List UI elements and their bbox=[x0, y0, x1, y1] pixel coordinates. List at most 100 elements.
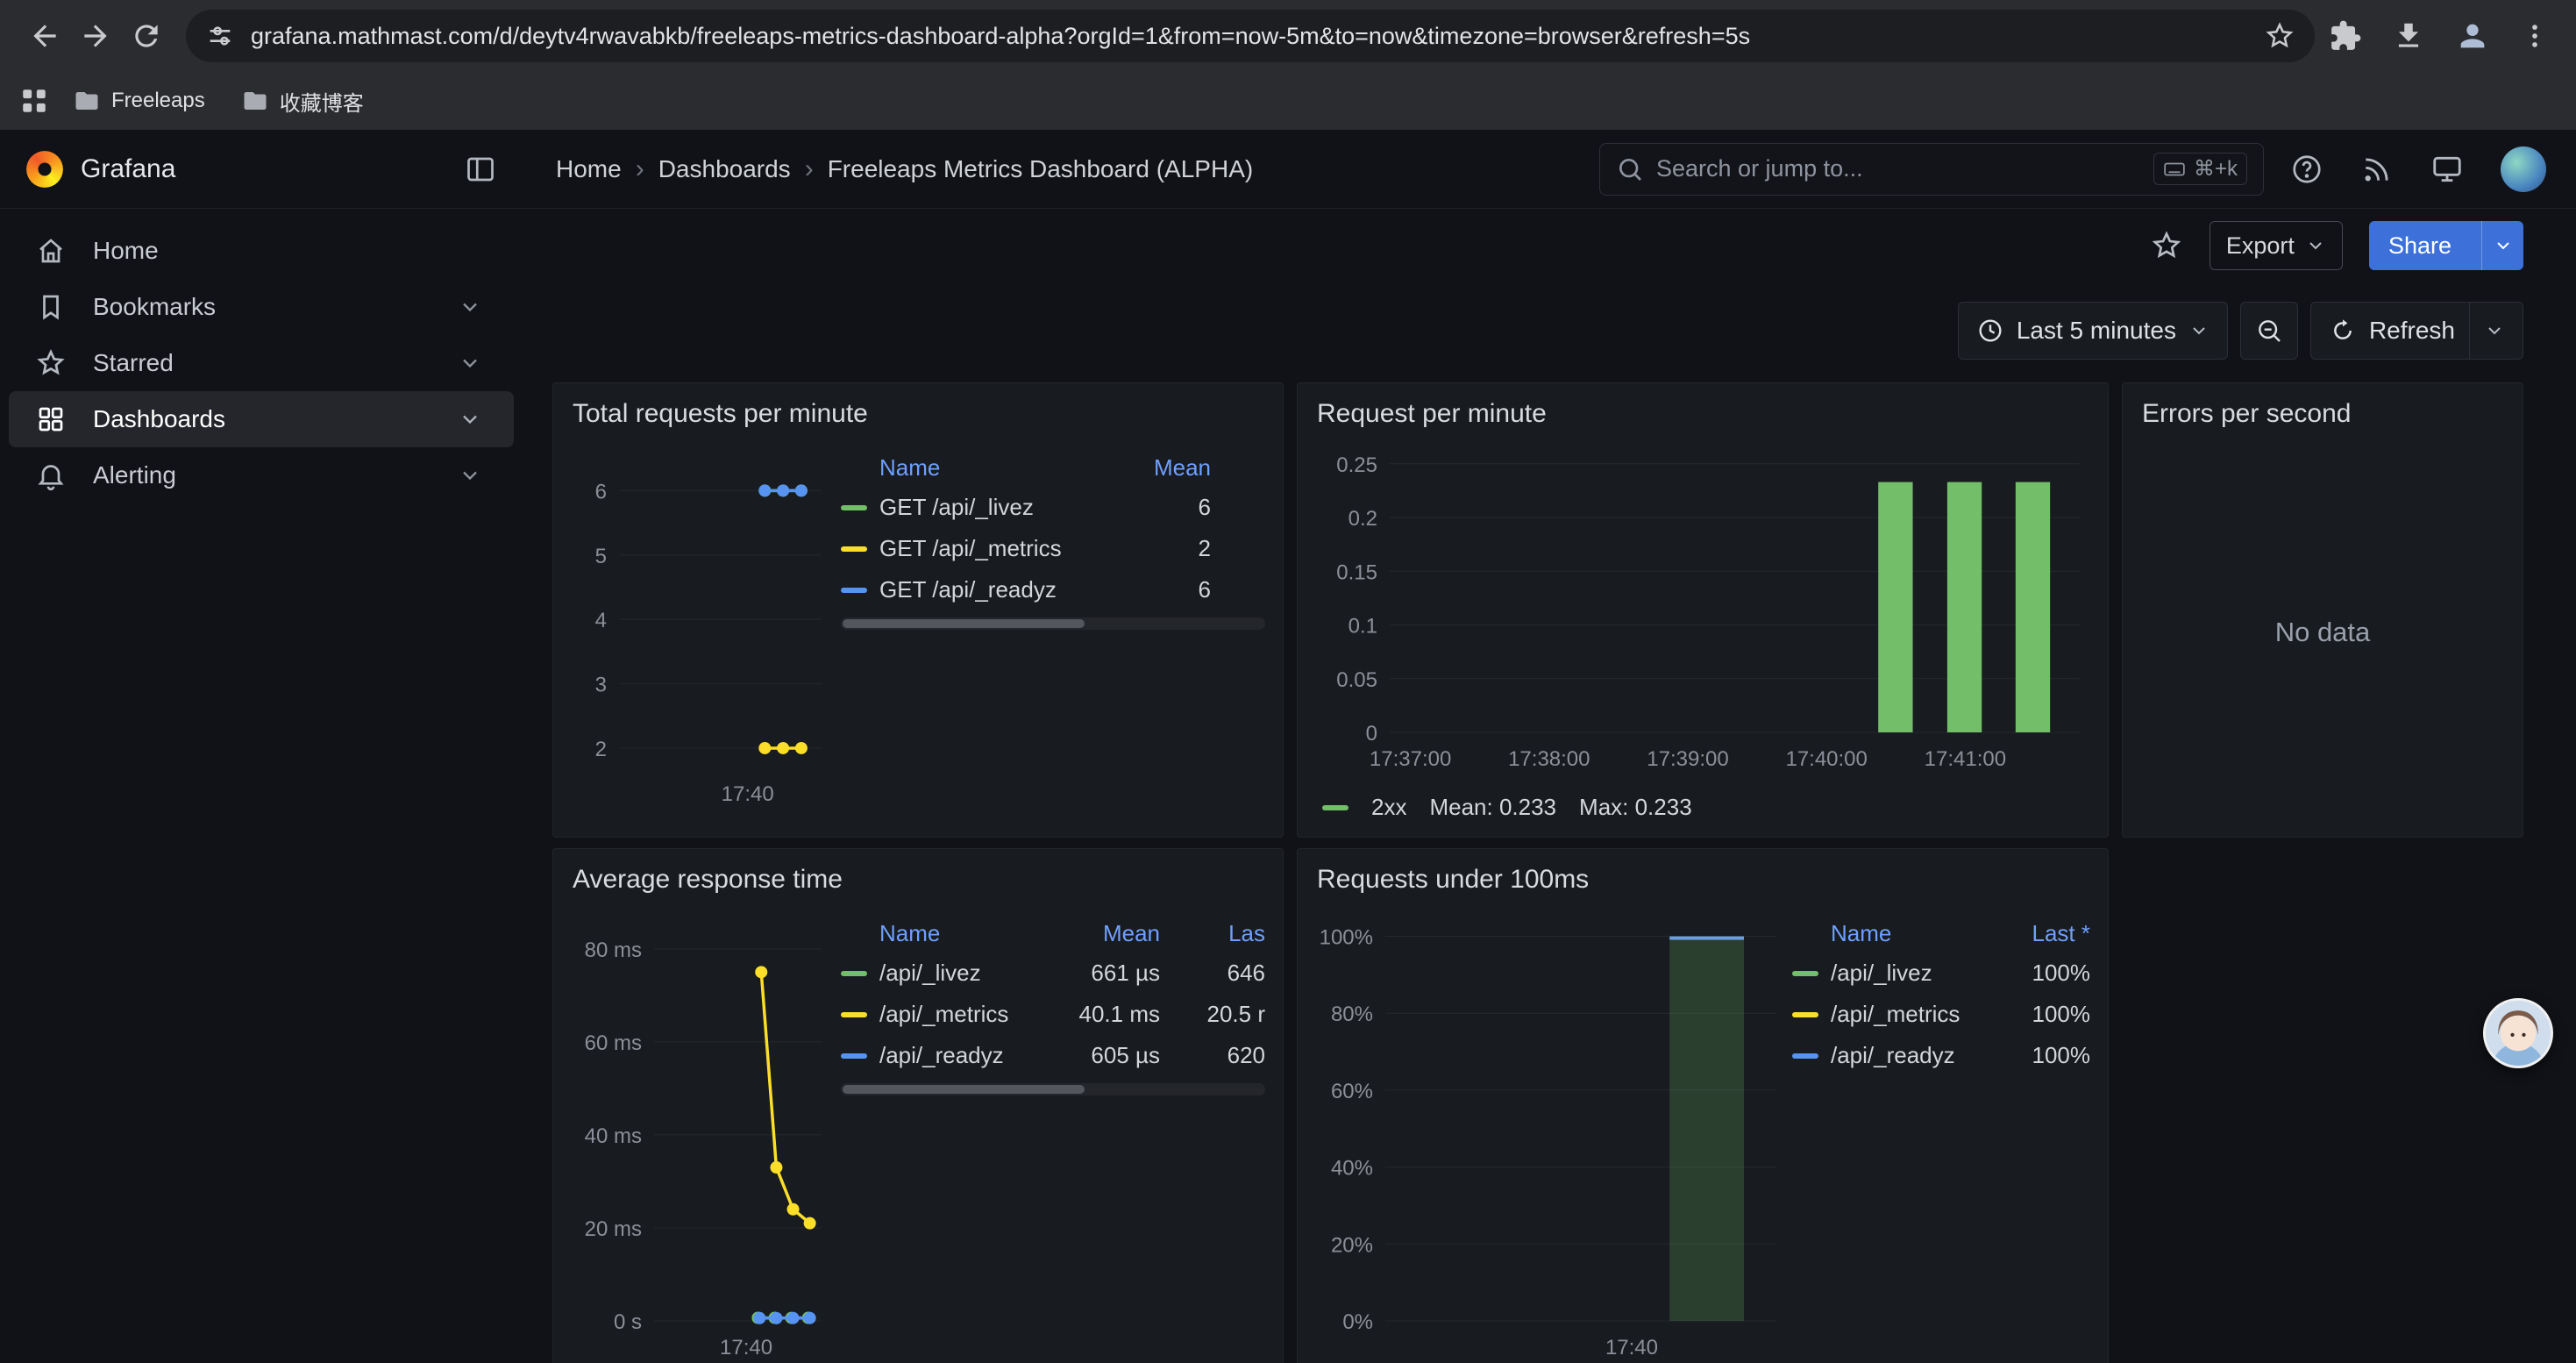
legend-row[interactable]: GET /api/_readyz6 bbox=[841, 569, 1265, 610]
panel-title[interactable]: Total requests per minute bbox=[573, 399, 1265, 429]
legend-row[interactable]: /api/_readyz605 µs620 bbox=[841, 1035, 1265, 1076]
svg-text:100%: 100% bbox=[1320, 926, 1373, 950]
dashboards-grid-icon bbox=[32, 403, 70, 435]
legend-scrollbar[interactable] bbox=[841, 1083, 1265, 1095]
clock-icon bbox=[1976, 317, 2004, 345]
svg-text:60%: 60% bbox=[1331, 1080, 1373, 1103]
panel-average-response-time: Average response time 80 ms60 ms40 ms20 … bbox=[552, 848, 1284, 1363]
news-icon[interactable] bbox=[2360, 153, 2394, 186]
home-icon bbox=[32, 235, 70, 267]
url-text: grafana.mathmast.com/d/deytv4rwavabkb/fr… bbox=[251, 23, 2248, 50]
breadcrumb-dashboards[interactable]: Dashboards bbox=[658, 155, 791, 183]
browser-menu-icon[interactable] bbox=[2520, 21, 2550, 51]
svg-text:0.1: 0.1 bbox=[1348, 615, 1377, 639]
sidebar-item-label: Alerting bbox=[93, 461, 428, 489]
grafana-logo[interactable] bbox=[26, 151, 63, 188]
search-icon bbox=[1616, 155, 1644, 183]
search-input[interactable]: Search or jump to... ⌘+k bbox=[1599, 143, 2264, 196]
chevron-down-icon[interactable] bbox=[451, 463, 489, 488]
panel-total-requests-per-minute: Total requests per minute 6543217:40 Nam… bbox=[552, 382, 1284, 838]
legend-row[interactable]: GET /api/_metrics2 bbox=[841, 528, 1265, 569]
apps-grid-icon[interactable] bbox=[19, 86, 49, 116]
bookmark-item-freeleaps[interactable]: Freeleaps bbox=[61, 82, 217, 119]
svg-text:20%: 20% bbox=[1331, 1233, 1373, 1257]
svg-text:0.05: 0.05 bbox=[1336, 668, 1377, 692]
legend-row[interactable]: /api/_livez100% bbox=[1792, 953, 2090, 994]
export-label: Export bbox=[2226, 232, 2295, 260]
forward-button[interactable] bbox=[70, 11, 121, 61]
sidebar-item-alerting[interactable]: Alerting bbox=[9, 447, 514, 503]
share-label[interactable]: Share bbox=[2369, 221, 2471, 270]
panel-title[interactable]: Average response time bbox=[573, 865, 1265, 895]
monitor-icon[interactable] bbox=[2430, 153, 2464, 186]
zoom-out-button[interactable] bbox=[2240, 302, 2298, 360]
sidebar-item-bookmarks[interactable]: Bookmarks bbox=[9, 279, 514, 335]
requests-under-100ms-chart[interactable]: 100%80%60%40%20%0%17:40 bbox=[1315, 905, 1783, 1361]
legend-row[interactable]: /api/_metrics40.1 ms20.5 r bbox=[841, 994, 1265, 1035]
svg-text:60 ms: 60 ms bbox=[585, 1031, 642, 1055]
series-mean: Mean: 0.233 bbox=[1429, 794, 1556, 821]
reload-button[interactable] bbox=[121, 11, 172, 61]
svg-text:17:41:00: 17:41:00 bbox=[1925, 747, 2006, 771]
share-menu-caret[interactable] bbox=[2481, 221, 2523, 270]
sidebar-item-label: Dashboards bbox=[93, 405, 428, 433]
sidebar-item-home[interactable]: Home bbox=[9, 223, 514, 279]
svg-text:0.15: 0.15 bbox=[1336, 560, 1377, 584]
downloads-icon[interactable] bbox=[2392, 19, 2425, 53]
request-per-minute-chart[interactable]: 0.250.20.150.10.05017:37:0017:38:0017:39… bbox=[1315, 439, 2092, 773]
svg-text:17:37:00: 17:37:00 bbox=[1370, 747, 1451, 771]
svg-text:40%: 40% bbox=[1331, 1157, 1373, 1181]
bookmark-star-icon[interactable] bbox=[2264, 20, 2295, 52]
bookmark-item-blogs[interactable]: 收藏博客 bbox=[230, 81, 376, 122]
forward-arrow-icon bbox=[79, 19, 112, 53]
back-arrow-icon bbox=[28, 19, 61, 53]
bookmarks-bar: Freeleaps 收藏博客 bbox=[0, 72, 2576, 130]
legend-row[interactable]: /api/_readyz100% bbox=[1792, 1035, 2090, 1076]
legend-stats[interactable]: 2xx Mean: 0.233 Max: 0.233 bbox=[1322, 794, 2090, 821]
total-requests-chart[interactable]: 6543217:40 bbox=[571, 439, 832, 808]
legend-scrollbar[interactable] bbox=[841, 617, 1265, 630]
series-color-line bbox=[841, 1012, 867, 1017]
zoom-out-icon bbox=[2255, 317, 2283, 345]
export-button[interactable]: Export bbox=[2210, 221, 2343, 270]
user-avatar[interactable] bbox=[2501, 146, 2546, 192]
sidebar-nav: Home Bookmarks Starred bbox=[0, 209, 523, 1363]
sidebar-item-starred[interactable]: Starred bbox=[9, 335, 514, 391]
url-bar[interactable]: grafana.mathmast.com/d/deytv4rwavabkb/fr… bbox=[186, 10, 2315, 62]
legend-table: NameMeanLas/api/_livez661 µs646/api/_met… bbox=[841, 914, 1265, 1095]
chevron-down-icon[interactable] bbox=[451, 295, 489, 319]
legend-table: NameMeanGET /api/_livez6GET /api/_metric… bbox=[841, 448, 1265, 630]
profile-icon[interactable] bbox=[2455, 18, 2490, 54]
help-icon[interactable] bbox=[2290, 153, 2323, 186]
collapse-menu-button[interactable] bbox=[465, 153, 496, 185]
refresh-interval-caret[interactable] bbox=[2484, 320, 2505, 341]
sidebar-item-label: Home bbox=[93, 237, 489, 265]
legend-table: NameLast */api/_livez100%/api/_metrics10… bbox=[1792, 914, 2090, 1076]
svg-text:0.2: 0.2 bbox=[1348, 507, 1377, 531]
legend-row[interactable]: /api/_metrics100% bbox=[1792, 994, 2090, 1035]
panel-title[interactable]: Requests under 100ms bbox=[1317, 865, 2090, 895]
divider bbox=[2469, 303, 2470, 359]
refresh-button[interactable]: Refresh bbox=[2310, 302, 2523, 360]
legend-row[interactable]: GET /api/_livez6 bbox=[841, 487, 1265, 528]
panel-request-per-minute: Request per minute 0.250.20.150.10.05017… bbox=[1297, 382, 2109, 838]
extensions-icon[interactable] bbox=[2329, 19, 2362, 53]
average-response-time-chart[interactable]: 80 ms60 ms40 ms20 ms0 s17:40 bbox=[571, 905, 832, 1361]
favorite-star-button[interactable] bbox=[2150, 229, 2183, 262]
back-button[interactable] bbox=[19, 11, 70, 61]
share-button[interactable]: Share bbox=[2369, 221, 2523, 270]
panel-title[interactable]: Request per minute bbox=[1317, 399, 2090, 429]
site-info-icon[interactable] bbox=[205, 21, 235, 51]
panel-requests-under-100ms: Requests under 100ms 100%80%60%40%20%0%1… bbox=[1297, 848, 2109, 1363]
chevron-down-icon[interactable] bbox=[451, 407, 489, 432]
time-range-button[interactable]: Last 5 minutes bbox=[1958, 302, 2228, 360]
breadcrumb-home[interactable]: Home bbox=[556, 155, 622, 183]
legend-row[interactable]: /api/_livez661 µs646 bbox=[841, 953, 1265, 994]
svg-text:6: 6 bbox=[595, 480, 607, 503]
floating-avatar[interactable] bbox=[2483, 998, 2553, 1068]
svg-text:17:40: 17:40 bbox=[1605, 1336, 1658, 1359]
chevron-down-icon[interactable] bbox=[451, 351, 489, 375]
panel-title[interactable]: Errors per second bbox=[2142, 399, 2505, 429]
sidebar-item-dashboards[interactable]: Dashboards bbox=[9, 391, 514, 447]
breadcrumb-current: Freeleaps Metrics Dashboard (ALPHA) bbox=[828, 155, 1254, 183]
